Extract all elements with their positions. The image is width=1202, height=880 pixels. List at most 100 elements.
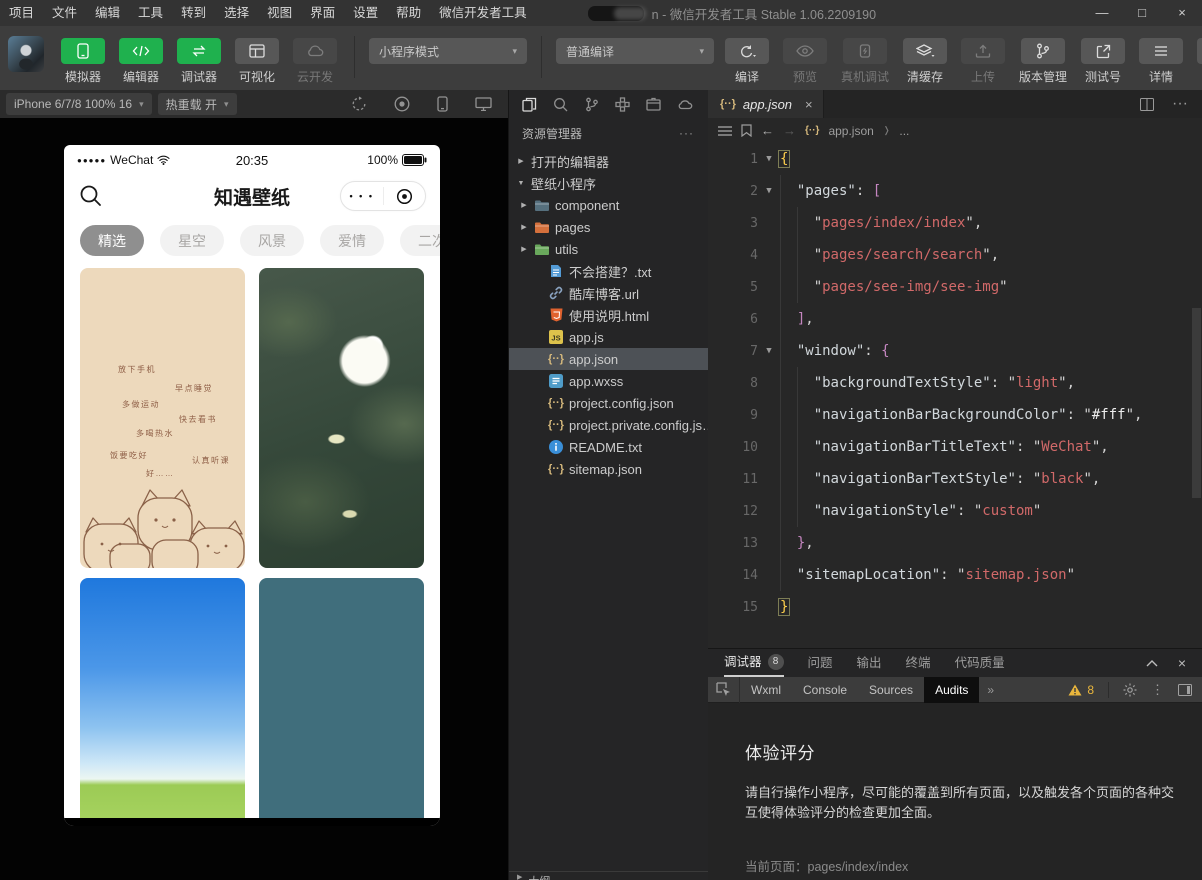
toolbar-button-预览[interactable]: 预览	[783, 38, 827, 85]
panel-tab-调试器[interactable]: 调试器8	[724, 649, 784, 677]
hot-reload-toggle[interactable]: 热重载 开 ▾	[158, 93, 237, 115]
dock-side-icon[interactable]	[1178, 684, 1192, 696]
split-editor-icon[interactable]	[1140, 98, 1154, 111]
toolbar-button-上传[interactable]: 上传	[961, 38, 1005, 85]
menu-帮助[interactable]: 帮助	[387, 6, 430, 20]
extensions-icon[interactable]	[607, 97, 638, 112]
editor-scrollbar[interactable]	[1192, 308, 1201, 498]
rotate-icon[interactable]	[351, 96, 367, 112]
device-icon[interactable]	[437, 96, 448, 112]
wallpaper-card-sky[interactable]	[80, 578, 245, 818]
menu-icon[interactable]	[718, 126, 732, 136]
toolbar-button-可视化[interactable]: 可视化	[235, 38, 279, 85]
package-icon[interactable]	[638, 97, 669, 111]
toolbar-button-测试号[interactable]: 测试号	[1081, 38, 1125, 85]
menu-选择[interactable]: 选择	[215, 6, 258, 20]
inspect-element-icon[interactable]	[708, 677, 740, 703]
tree-item-app.js[interactable]: JSapp.js	[509, 326, 708, 348]
panel-tab-输出[interactable]: 输出	[857, 649, 882, 677]
fold-chevron-icon[interactable]: ▼	[758, 346, 780, 356]
tree-item-使用说明.html[interactable]: 使用说明.html	[509, 304, 708, 326]
tree-item-sitemap.json[interactable]: {··}sitemap.json	[509, 458, 708, 480]
collapse-icon[interactable]	[1146, 660, 1158, 667]
toolbar-button-清缓存[interactable]: 清缓存	[903, 38, 947, 85]
tree-item-酷库博客.url[interactable]: 酷库博客.url	[509, 282, 708, 304]
tree-item-app.wxss[interactable]: app.wxss	[509, 370, 708, 392]
toolbar-button-调试器[interactable]: 调试器	[177, 38, 221, 85]
wallpaper-card-teal[interactable]	[259, 578, 424, 818]
tree-item-project.private.config.js…[interactable]: {··}project.private.config.js…	[509, 414, 708, 436]
phone-tab-爱情[interactable]: 爱情	[320, 225, 384, 256]
maximize-button[interactable]: □	[1122, 0, 1162, 26]
tree-item-README.txt[interactable]: README.txt	[509, 436, 708, 458]
tab-app-json[interactable]: {··} app.json ×	[708, 90, 824, 118]
tree-item-pages[interactable]: ▶pages	[509, 216, 708, 238]
menu-设置[interactable]: 设置	[344, 6, 387, 20]
wallpaper-card-poem[interactable]: 放下手机早点睡觉多做运动快去看书多喝热水饭要吃好认真听课好……	[80, 268, 245, 568]
bookmark-icon[interactable]	[741, 124, 752, 137]
devtools-tab-Audits[interactable]: Audits	[924, 677, 979, 703]
devtools-tab-Sources[interactable]: Sources	[858, 677, 924, 703]
breadcrumb-file[interactable]: app.json	[828, 124, 873, 138]
devtools-tab-Console[interactable]: Console	[792, 677, 858, 703]
search-icon[interactable]	[545, 97, 576, 112]
user-avatar[interactable]	[8, 36, 44, 72]
outline-section[interactable]: ▶ 大纲	[509, 871, 708, 880]
toolbar-button-版本管理[interactable]: 版本管理	[1019, 38, 1067, 85]
tree-section-open-editors[interactable]: ▶打开的编辑器	[509, 150, 708, 172]
more-tabs-icon[interactable]: »	[979, 683, 1002, 697]
tree-item-不会搭建？.txt[interactable]: 不会搭建？.txt	[509, 260, 708, 282]
menu-视图[interactable]: 视图	[258, 6, 301, 20]
toolbar-button-编辑器[interactable]: 编辑器	[119, 38, 163, 85]
back-icon[interactable]: ←	[761, 123, 774, 138]
desktop-icon[interactable]	[475, 97, 492, 111]
toolbar-button-消息[interactable]: 消息	[1197, 38, 1202, 85]
tree-item-utils[interactable]: ▶utils	[509, 238, 708, 260]
wallpaper-card-flower[interactable]	[259, 268, 424, 568]
tree-item-project.config.json[interactable]: {··}project.config.json	[509, 392, 708, 414]
close-tab-icon[interactable]: ×	[805, 97, 813, 112]
toolbar-button-云开发[interactable]: 云开发	[293, 38, 337, 85]
tree-item-app.json[interactable]: {··}app.json	[509, 348, 708, 370]
phone-tab-二次[interactable]: 二次	[400, 225, 440, 256]
panel-tab-终端[interactable]: 终端	[906, 649, 931, 677]
minimize-button[interactable]: —	[1082, 0, 1122, 26]
menu-界面[interactable]: 界面	[301, 6, 344, 20]
close-button[interactable]: ×	[1162, 0, 1202, 26]
device-selector[interactable]: iPhone 6/7/8 100% 16 ▾	[6, 93, 152, 115]
mode-dropdown[interactable]: 小程序模式 ▾	[369, 38, 527, 64]
toolbar-button-模拟器[interactable]: 模拟器	[61, 38, 105, 85]
capsule-more-button[interactable]: • • •	[341, 182, 383, 210]
code-area[interactable]: 1▼{2▼"pages": [3"pages/index/index",4"pa…	[708, 143, 1202, 623]
compile-dropdown[interactable]: 普通编译 ▾	[556, 38, 714, 64]
menu-文件[interactable]: 文件	[43, 6, 86, 20]
more-actions-icon[interactable]: ···	[1172, 95, 1188, 113]
more-actions-icon[interactable]: ···	[679, 126, 694, 140]
menu-转到[interactable]: 转到	[172, 6, 215, 20]
menu-工具[interactable]: 工具	[129, 6, 172, 20]
tree-item-component[interactable]: ▶component	[509, 194, 708, 216]
fold-chevron-icon[interactable]: ▼	[758, 186, 780, 196]
gear-icon[interactable]	[1123, 683, 1137, 697]
npm-icon[interactable]	[669, 99, 700, 110]
forward-icon[interactable]: →	[783, 123, 796, 138]
toolbar-button-详情[interactable]: 详情	[1139, 38, 1183, 85]
toolbar-button-真机调试[interactable]: 真机调试	[841, 38, 889, 85]
warning-count[interactable]: 8	[1068, 683, 1094, 697]
fold-chevron-icon[interactable]: ▼	[758, 154, 780, 164]
phone-tab-风景[interactable]: 风景	[240, 225, 304, 256]
record-icon[interactable]	[394, 96, 410, 112]
tree-section-project[interactable]: ▼壁纸小程序	[509, 172, 708, 194]
phone-tab-精选[interactable]: 精选	[80, 225, 144, 256]
toolbar-button-编译[interactable]: 编译	[725, 38, 769, 85]
source-control-icon[interactable]	[576, 97, 607, 112]
menu-编辑[interactable]: 编辑	[86, 6, 129, 20]
panel-tab-代码质量[interactable]: 代码质量	[955, 649, 1005, 677]
devtools-tab-Wxml[interactable]: Wxml	[740, 677, 792, 703]
capsule-close-button[interactable]	[384, 182, 426, 210]
close-panel-icon[interactable]: ×	[1178, 655, 1186, 671]
panel-tab-问题[interactable]: 问题	[808, 649, 833, 677]
phone-tab-星空[interactable]: 星空	[160, 225, 224, 256]
kebab-menu-icon[interactable]: ⋮	[1151, 682, 1164, 698]
breadcrumb-more[interactable]: ...	[899, 124, 909, 138]
